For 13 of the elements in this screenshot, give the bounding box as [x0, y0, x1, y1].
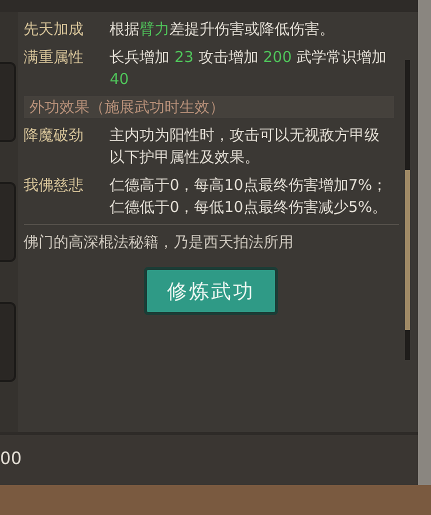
description-text: 佛门的高深棍法秘籍，乃是西天拍法所用 [24, 233, 294, 251]
effect-label: 我佛慈悲 [24, 175, 85, 196]
attribute-text: 长兵增加 23 攻击增加 200 武学常识增加 40 [110, 47, 388, 90]
value-text: 00 [0, 448, 22, 472]
effect-text: 主内功为阳性时，攻击可以无视敌方甲级以下护甲属性及效果。 [110, 125, 381, 168]
effect-label: 降魔破劲 [24, 125, 85, 146]
attribute-label: 满重属性 [24, 47, 85, 68]
attribute-text: 根据臂力差提升伤害或降低伤害。 [110, 19, 336, 40]
section-header: 外功效果（施展武功时生效） [24, 96, 394, 118]
effect-text: 仁德高于0，每高10点最终伤害增加7%；仁德低于0，每低10点最终伤害减少5%。 [110, 175, 388, 218]
scrollbar[interactable] [404, 60, 410, 360]
train-button[interactable]: 修炼武功 [144, 267, 278, 315]
attribute-label: 先天加成 [24, 19, 85, 40]
